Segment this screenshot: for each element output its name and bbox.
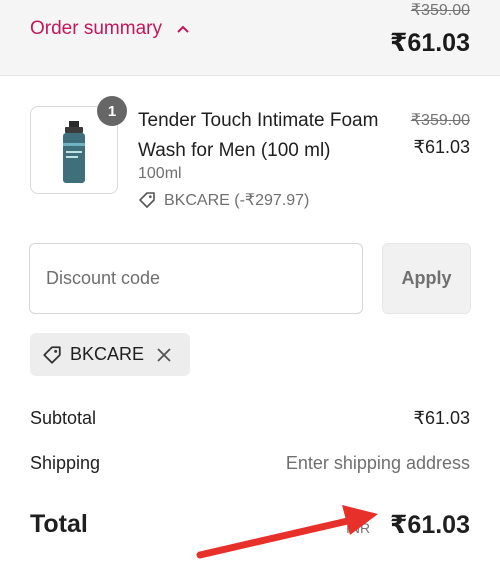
order-summary-toggle-label: Order summary [30,18,162,39]
product-compare-price: ₹359.00 [410,112,470,129]
order-summary-toggle[interactable]: Order summary [30,18,190,40]
total-label: Total [30,510,88,538]
subtotal-value: ₹61.03 [413,408,471,428]
product-discount: BKCARE (-₹297.97) [138,190,309,210]
product-price: ₹61.03 [413,137,471,157]
total-value: ₹61.03 [390,511,470,539]
header-compare-price: ₹359.00 [410,2,470,19]
product-title: Tender Touch Intimate Foam Wash for Men … [138,110,379,161]
close-icon[interactable] [156,347,172,363]
shipping-label: Shipping [30,453,101,473]
shipping-value: Enter shipping address [285,453,470,473]
product-discount-text: BKCARE (-₹297.97) [164,192,310,209]
total-currency: INR [346,520,371,536]
order-summary-bar: Order summary ₹359.00 ₹61.03 [0,0,500,76]
chevron-up-icon [177,25,189,33]
discount-code-input[interactable] [29,243,363,314]
order-summary-page: Order summary ₹359.00 ₹61.03 1 Tender To… [0,0,500,577]
tag-icon [139,192,155,208]
applied-discount-chip: BKCARE [30,333,190,376]
subtotal-label: Subtotal [30,408,97,428]
quantity-badge: 1 [97,96,127,126]
apply-button[interactable]: Apply [382,243,471,314]
header-total-price: ₹61.03 [390,29,470,57]
applied-discount-code: BKCARE [70,344,145,364]
product-variant: 100ml [138,165,182,182]
tag-icon [43,345,61,364]
